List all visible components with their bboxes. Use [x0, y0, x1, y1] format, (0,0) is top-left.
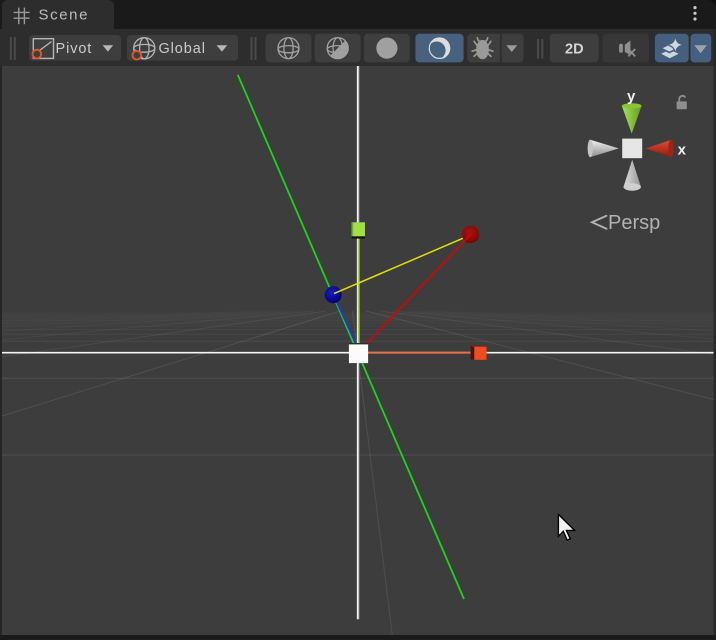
svg-text:Pivot: Pivot [56, 41, 93, 57]
svg-text:x: x [678, 141, 687, 158]
svg-text:2D: 2D [565, 41, 584, 57]
svg-text:Scene: Scene [39, 6, 90, 23]
svg-text:y: y [627, 88, 636, 105]
svg-text:Global: Global [159, 41, 206, 57]
svg-text:Persp: Persp [608, 212, 660, 234]
